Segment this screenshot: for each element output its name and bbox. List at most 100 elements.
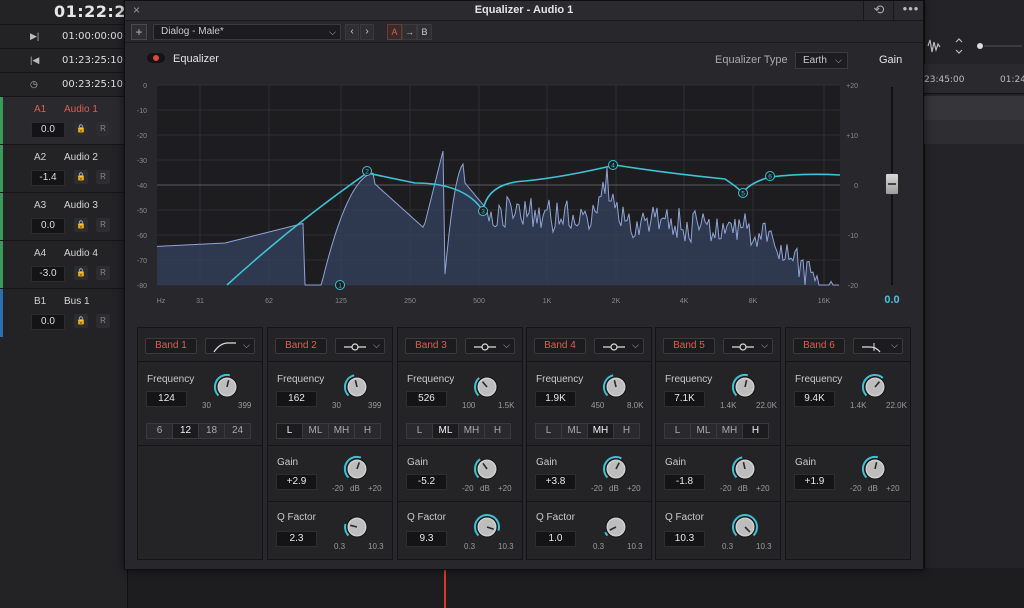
compare-a-button[interactable]: A [387, 24, 402, 40]
frequency-value[interactable]: 1.9K [535, 391, 576, 407]
more-options-icon[interactable]: ••• [899, 1, 923, 19]
frequency-knob[interactable] [858, 370, 892, 404]
band-toggle-button[interactable]: Band 4 [534, 338, 586, 354]
reset-icon[interactable]: ⟲ [870, 2, 888, 20]
gain-knob[interactable] [599, 452, 633, 486]
q-factor-value[interactable]: 9.3 [406, 531, 447, 547]
record-button[interactable]: R [96, 266, 110, 280]
track-volume[interactable]: 0.0 [31, 218, 65, 234]
band-toggle-button[interactable]: Band 5 [663, 338, 715, 354]
lock-icon[interactable]: 🔒 [74, 314, 88, 328]
frequency-value[interactable]: 526 [406, 391, 447, 407]
track-lane-a1-sub[interactable] [924, 120, 1024, 144]
range-option[interactable]: H [613, 423, 640, 439]
equalizer-toggle[interactable] [147, 53, 165, 63]
band-node[interactable]: 1 [335, 280, 345, 290]
slope-option[interactable]: 18 [198, 423, 225, 439]
q-factor-knob[interactable] [728, 510, 762, 544]
gain-value[interactable]: +1.9 [794, 474, 835, 490]
range-option[interactable]: ML [432, 423, 459, 439]
track-header[interactable]: B1 Bus 1 0.0 🔒 R [0, 288, 128, 337]
range-option[interactable]: MH [328, 423, 355, 439]
band-toggle-button[interactable]: Band 2 [275, 338, 327, 354]
gain-value[interactable]: +3.8 [535, 474, 576, 490]
preset-select[interactable]: Dialog - Male* ⌵ [153, 24, 341, 40]
record-button[interactable]: R [96, 122, 110, 136]
frequency-knob[interactable] [340, 370, 374, 404]
gain-value[interactable]: -1.8 [664, 474, 705, 490]
filter-shape-select[interactable]: ⌵ [465, 338, 515, 354]
filter-shape-select[interactable]: ⌵ [723, 338, 773, 354]
playhead[interactable] [444, 568, 446, 608]
frequency-value[interactable]: 124 [146, 391, 187, 407]
range-option[interactable]: L [664, 423, 691, 439]
range-option[interactable]: L [406, 423, 433, 439]
filter-shape-select[interactable]: ⌵ [594, 338, 644, 354]
lock-icon[interactable]: 🔒 [74, 170, 88, 184]
gain-knob[interactable] [340, 452, 374, 486]
timeline-ruler[interactable]: 23:45:00 01:24 [924, 64, 1024, 94]
q-factor-value[interactable]: 2.3 [276, 531, 317, 547]
gain-slider-thumb[interactable] [885, 173, 899, 195]
frequency-value[interactable]: 9.4K [794, 391, 835, 407]
gain-knob[interactable] [858, 452, 892, 486]
range-option[interactable]: L [535, 423, 562, 439]
track-volume[interactable]: 0.0 [31, 314, 65, 330]
range-option[interactable]: ML [690, 423, 717, 439]
filter-shape-select[interactable]: ⌵ [205, 338, 255, 354]
waveform-icon[interactable] [924, 36, 1024, 56]
band-toggle-button[interactable]: Band 3 [405, 338, 457, 354]
equalizer-type-select[interactable]: Earth ⌵ [795, 52, 848, 69]
frequency-knob[interactable] [210, 370, 244, 404]
slope-option[interactable]: 6 [146, 423, 173, 439]
band-node[interactable]: 5 [738, 188, 748, 198]
record-button[interactable]: R [96, 170, 110, 184]
band-node[interactable]: 6 [765, 171, 775, 181]
frequency-knob[interactable] [470, 370, 504, 404]
track-volume[interactable]: -1.4 [31, 170, 65, 186]
track-header[interactable]: A1 Audio 1 0.0 🔒 R [0, 96, 128, 145]
q-factor-value[interactable]: 1.0 [535, 531, 576, 547]
lock-icon[interactable]: 🔒 [74, 218, 88, 232]
range-option[interactable]: ML [561, 423, 588, 439]
frequency-value[interactable]: 7.1K [664, 391, 705, 407]
track-header[interactable]: A2 Audio 2 -1.4 🔒 R [0, 144, 128, 193]
gain-knob[interactable] [728, 452, 762, 486]
band-node[interactable]: 4 [608, 160, 618, 170]
band-node[interactable]: 3 [478, 206, 488, 216]
range-option[interactable]: H [742, 423, 769, 439]
track-header[interactable]: A4 Audio 4 -3.0 🔒 R [0, 240, 128, 289]
band-node[interactable]: 2 [362, 166, 372, 176]
track-volume[interactable]: 0.0 [31, 122, 65, 138]
gain-value[interactable]: -5.2 [406, 474, 447, 490]
gain-value[interactable]: +2.9 [276, 474, 317, 490]
q-factor-knob[interactable] [599, 510, 633, 544]
lock-icon[interactable]: 🔒 [74, 266, 88, 280]
q-factor-value[interactable]: 10.3 [664, 531, 705, 547]
track-header[interactable]: A3 Audio 3 0.0 🔒 R [0, 192, 128, 241]
frequency-knob[interactable] [599, 370, 633, 404]
q-factor-knob[interactable] [470, 510, 504, 544]
slope-option[interactable]: 12 [172, 423, 199, 439]
band-toggle-button[interactable]: Band 1 [145, 338, 197, 354]
compare-b-button[interactable]: B [417, 24, 432, 40]
eq-graph[interactable]: 0 -10 -20 -30 -40 -50 -60 -70 -80 +20 +10 0 -10 -20 Hz… [125, 73, 885, 313]
slope-option[interactable]: 24 [224, 423, 251, 439]
range-option[interactable]: H [484, 423, 511, 439]
filter-shape-select[interactable]: ⌵ [335, 338, 385, 354]
record-button[interactable]: R [96, 314, 110, 328]
track-lane-a1[interactable] [924, 96, 1024, 120]
range-option[interactable]: ML [302, 423, 329, 439]
prev-preset-button[interactable]: ‹ [345, 24, 359, 40]
record-button[interactable]: R [96, 218, 110, 232]
gain-knob[interactable] [470, 452, 504, 486]
add-preset-button[interactable]: + [131, 24, 147, 40]
range-option[interactable]: L [276, 423, 303, 439]
next-preset-button[interactable]: › [360, 24, 374, 40]
filter-shape-select[interactable]: ⌵ [853, 338, 903, 354]
range-option[interactable]: MH [458, 423, 485, 439]
range-option[interactable]: MH [716, 423, 743, 439]
frequency-knob[interactable] [728, 370, 762, 404]
band-toggle-button[interactable]: Band 6 [793, 338, 845, 354]
track-volume[interactable]: -3.0 [31, 266, 65, 282]
